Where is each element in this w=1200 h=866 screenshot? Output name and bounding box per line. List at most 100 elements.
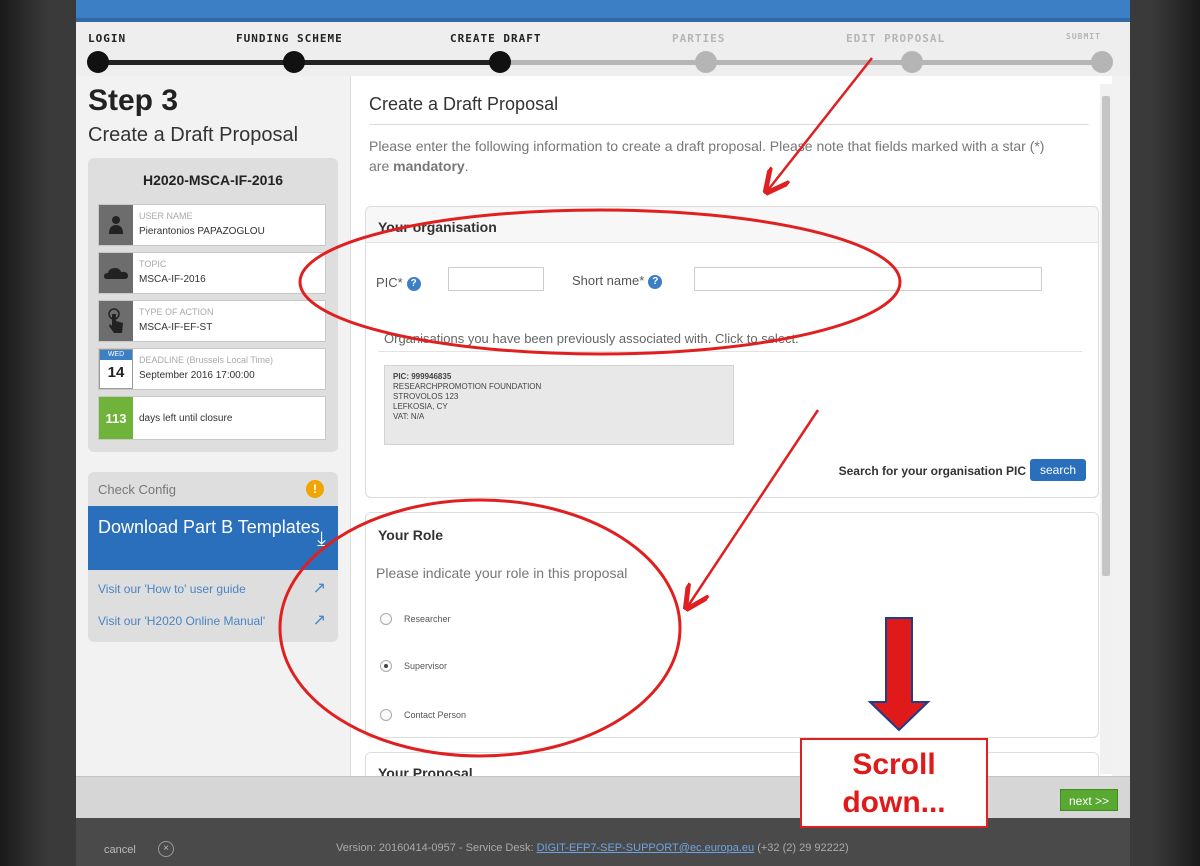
main-title: Create a Draft Proposal	[369, 94, 559, 114]
wizard-footer: next >>	[76, 776, 1130, 818]
contact-person-radio[interactable]	[380, 709, 392, 721]
supervisor-radio[interactable]	[380, 660, 392, 672]
version-text: Version: 20160414-0957 - Service Desk:	[336, 842, 537, 854]
deadline-weekday: WED	[100, 350, 132, 360]
warning-icon: !	[306, 480, 324, 498]
title-divider	[369, 124, 1089, 125]
intro-mandatory: mandatory	[393, 158, 465, 174]
step-parties-dot	[695, 51, 717, 73]
researcher-label[interactable]: Researcher	[404, 614, 451, 624]
download-icon: ⤓	[317, 528, 326, 550]
user-name-caption: USER NAME	[139, 211, 193, 221]
action-type-value: MSCA-IF-EF-ST	[139, 322, 213, 333]
download-templates-label: Download Part B Templates	[98, 517, 320, 537]
step-login-label: LOGIN	[88, 32, 127, 45]
action-type-caption: TYPE OF ACTION	[139, 307, 214, 317]
days-left-row: 113 days left until closure	[98, 396, 326, 440]
action-type-row: TYPE OF ACTION MSCA-IF-EF-ST	[98, 300, 326, 342]
days-left-label: days left until closure	[139, 413, 233, 424]
user-guide-link[interactable]: Visit our 'How to' user guide	[98, 582, 246, 596]
topic-caption: TOPIC	[139, 259, 167, 269]
service-desk-phone: (+32 (2) 29 92222)	[754, 842, 849, 854]
service-desk-email-link[interactable]: DIGIT-EFP7-SEP-SUPPORT@ec.europa.eu	[537, 842, 755, 854]
supervisor-label[interactable]: Supervisor	[404, 661, 447, 671]
organisation-heading: Your organisation	[366, 207, 1098, 243]
deadline-caption: DEADLINE (Brussels Local Time)	[139, 355, 274, 365]
scrollbar-thumb[interactable]	[1102, 96, 1110, 576]
user-icon	[99, 205, 133, 245]
short-name-input[interactable]	[694, 267, 1042, 291]
status-bar: cancel × Version: 20160414-0957 - Servic…	[76, 818, 1130, 866]
user-name-value: Pierantonios PAPAZOGLOU	[139, 226, 265, 237]
org-card-pic: PIC: 999946835	[393, 372, 452, 381]
org-card-name: RESEARCHPROMOTION FOUNDATION	[393, 382, 542, 391]
short-name-label-text: Short name*	[572, 273, 645, 288]
role-heading: Your Role	[366, 513, 1098, 549]
org-card-city: LEFKOSIA, CY	[393, 402, 448, 411]
step-funding-scheme-dot	[283, 51, 305, 73]
pic-label-text: PIC*	[376, 275, 403, 290]
topic-row: TOPIC MSCA-IF-2016	[98, 252, 326, 294]
check-config-link[interactable]: Check Config	[98, 482, 176, 497]
step-submit-dot	[1091, 51, 1113, 73]
proposal-panel: Your Proposal	[365, 752, 1099, 776]
role-panel: Your Role Please indicate your role in t…	[365, 512, 1099, 738]
org-card-vat: VAT: N/A	[393, 412, 425, 421]
cancel-link[interactable]: cancel	[104, 844, 136, 856]
step-create-draft-label: CREATE DRAFT	[450, 32, 542, 45]
pic-label: PIC*?	[376, 275, 421, 291]
download-templates-button[interactable]: Download Part B Templates ⤓	[88, 506, 338, 570]
intro-text: Please enter the following information t…	[369, 136, 1049, 176]
role-prompt: Please indicate your role in this propos…	[376, 565, 628, 581]
search-button[interactable]: search	[1030, 459, 1086, 481]
top-bar	[76, 0, 1130, 22]
previous-organisations-text: Organisations you have been previously a…	[384, 331, 799, 346]
deadline-row: WED 14 DEADLINE (Brussels Local Time) Se…	[98, 348, 326, 390]
main-scrollbar[interactable]	[1100, 84, 1112, 774]
resources-box: Check Config ! Download Part B Templates…	[88, 472, 338, 642]
left-sidebar: Step 3 Create a Draft Proposal H2020-MSC…	[76, 76, 346, 776]
step-create-draft-dot	[489, 51, 511, 73]
step-funding-scheme-label: FUNDING SCHEME	[236, 32, 343, 45]
step-login-dot	[87, 51, 109, 73]
step-subtitle: Create a Draft Proposal	[88, 124, 299, 146]
external-link-icon[interactable]: ↗	[313, 610, 326, 630]
calendar-icon: WED 14	[99, 349, 133, 389]
step-edit-proposal-dot	[901, 51, 923, 73]
step-submit-label: SUBMIT	[1066, 32, 1101, 41]
online-manual-link[interactable]: Visit our 'H2020 Online Manual'	[98, 614, 265, 628]
pic-input[interactable]	[448, 267, 544, 291]
call-info-box: H2020-MSCA-IF-2016 USER NAME Pierantonio…	[88, 158, 338, 452]
intro-end: .	[464, 158, 469, 174]
days-left-count: 113	[99, 397, 133, 439]
proposal-wizard-window: LOGIN FUNDING SCHEME CREATE DRAFT PARTIE…	[76, 0, 1130, 866]
step-title: Step 3	[88, 84, 179, 117]
next-button[interactable]: next >>	[1060, 789, 1118, 811]
short-name-label: Short name*?	[572, 273, 663, 289]
external-link-icon[interactable]: ↗	[313, 578, 326, 598]
call-identifier: H2020-MSCA-IF-2016	[142, 172, 284, 188]
search-pic-label: Search for your organisation PIC	[838, 464, 1026, 478]
proposal-heading: Your Proposal	[366, 753, 1098, 776]
intro-body: Please enter the following information t…	[369, 138, 1045, 174]
deadline-value: September 2016 17:00:00	[139, 370, 255, 381]
org-card-street: STROVOLOS 123	[393, 392, 459, 401]
stepper-remaining-line	[500, 60, 1100, 65]
step-edit-proposal-label: EDIT PROPOSAL	[846, 32, 946, 45]
main-content: Create a Draft Proposal Please enter the…	[350, 76, 1112, 776]
panel-divider	[378, 351, 1082, 352]
pointer-hand-icon	[99, 301, 133, 341]
user-name-row: USER NAME Pierantonios PAPAZOGLOU	[98, 204, 326, 246]
researcher-radio[interactable]	[380, 613, 392, 625]
contact-person-label[interactable]: Contact Person	[404, 710, 466, 720]
step-parties-label: PARTIES	[672, 32, 726, 45]
organisation-panel: Your organisation PIC*? Short name*? Org…	[365, 206, 1099, 498]
deadline-day: 14	[107, 364, 125, 381]
wizard-stepper: LOGIN FUNDING SCHEME CREATE DRAFT PARTIE…	[76, 22, 1130, 76]
help-icon[interactable]: ?	[648, 274, 663, 289]
version-info: Version: 20160414-0957 - Service Desk: D…	[336, 842, 849, 854]
help-icon[interactable]: ?	[406, 276, 421, 291]
organisation-card[interactable]: PIC: 999946835 RESEARCHPROMOTION FOUNDAT…	[384, 365, 734, 445]
topic-value: MSCA-IF-2016	[139, 274, 206, 285]
cancel-icon[interactable]: ×	[158, 841, 174, 857]
